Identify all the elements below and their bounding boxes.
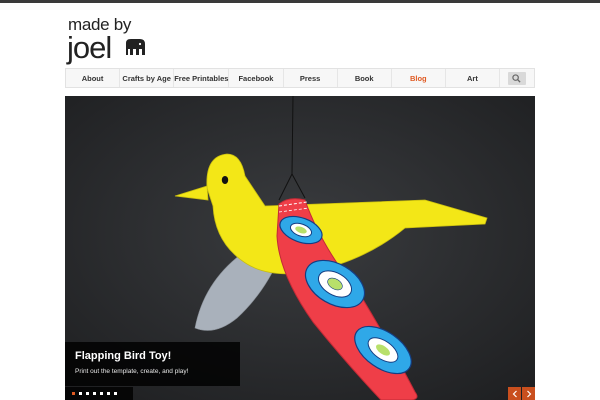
- slide-arrows: [507, 387, 535, 400]
- slide-dot-7[interactable]: [114, 392, 117, 395]
- slide-dot-4[interactable]: [93, 392, 96, 395]
- nav-item-book[interactable]: Book: [338, 69, 392, 87]
- slide-caption[interactable]: Flapping Bird Toy! Print out the templat…: [65, 342, 240, 386]
- next-slide-button[interactable]: [522, 387, 535, 400]
- prev-slide-button[interactable]: [508, 387, 521, 400]
- chevron-right-icon: [526, 390, 531, 397]
- search-icon: [512, 73, 522, 83]
- chevron-left-icon: [512, 390, 517, 397]
- slide-dot-6[interactable]: [107, 392, 110, 395]
- nav-item-free-printables[interactable]: Free Printables: [174, 69, 230, 87]
- main-navigation: About Crafts by Age Free Printables Face…: [65, 68, 535, 88]
- site-logo[interactable]: made by joel: [67, 16, 157, 64]
- logo-line2: joel: [67, 30, 112, 65]
- nav-item-blog[interactable]: Blog: [392, 69, 446, 87]
- nav-item-about[interactable]: About: [66, 69, 121, 87]
- nav-item-facebook[interactable]: Facebook: [229, 69, 284, 87]
- slide-title[interactable]: Flapping Bird Toy!: [75, 350, 230, 363]
- featured-slider[interactable]: Flapping Bird Toy! Print out the templat…: [65, 96, 535, 400]
- search-button[interactable]: [507, 71, 526, 85]
- top-border: [0, 0, 600, 3]
- slide-description: Print out the template, create, and play…: [75, 368, 189, 375]
- slide-dot-5[interactable]: [100, 392, 103, 395]
- nav-search[interactable]: [500, 69, 534, 87]
- slide-pager: [65, 387, 133, 400]
- slide-dot-1[interactable]: [72, 392, 75, 395]
- slide-dot-2[interactable]: [79, 392, 82, 395]
- nav-item-press[interactable]: Press: [284, 69, 338, 87]
- elephant-logo-icon: [126, 39, 145, 55]
- nav-item-crafts-by-age[interactable]: Crafts by Age: [120, 69, 175, 87]
- nav-item-art[interactable]: Art: [446, 69, 500, 87]
- slide-dot-3[interactable]: [86, 392, 89, 395]
